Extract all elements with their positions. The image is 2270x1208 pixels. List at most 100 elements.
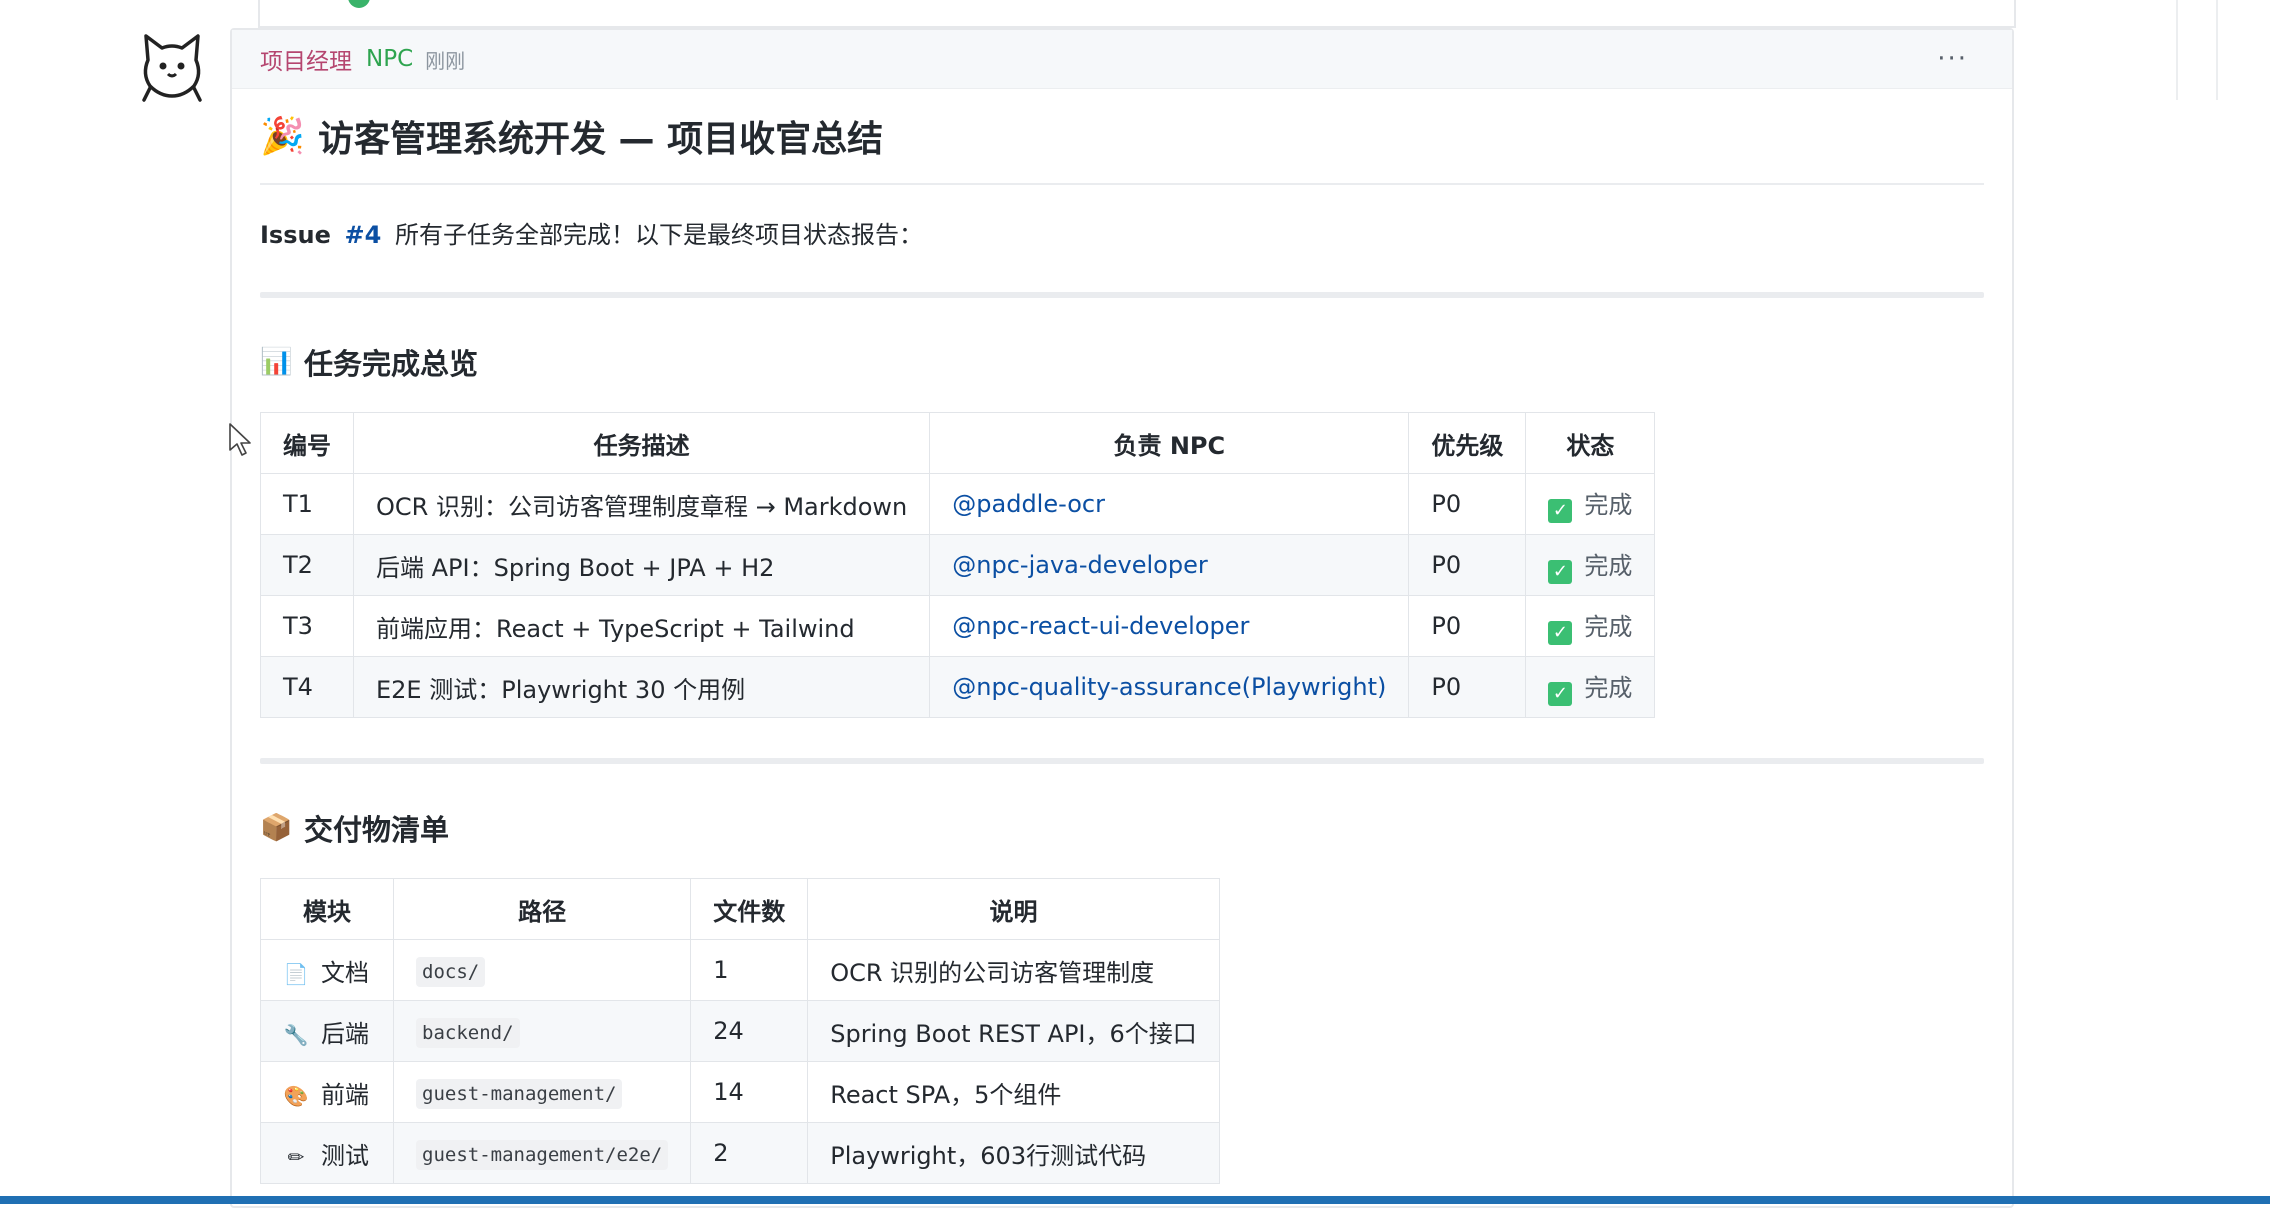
column-header: 优先级 [1408, 412, 1527, 474]
module-cell: ✏ 测试 [260, 1122, 394, 1184]
description-cell: OCR 识别的公司访客管理制度 [807, 939, 1220, 1001]
tasks-section-title: 📊 任务完成总览 [260, 342, 1984, 382]
column-header: 文件数 [690, 878, 809, 940]
table-row: T3 前端应用：React + TypeScript + Tailwind @n… [260, 595, 1656, 657]
npc-mention-link[interactable]: @npc-quality-assurance(Playwright) [929, 656, 1410, 718]
task-description: 后端 API：Spring Boot + JPA + H2 [352, 534, 931, 596]
previous-message-card [258, 0, 2016, 28]
cat-avatar-icon[interactable] [136, 30, 208, 102]
module-cell: 📄 文档 [260, 939, 394, 1001]
task-id: T1 [260, 473, 354, 535]
document-icon: 📄 [283, 961, 309, 986]
task-status: ✓ 完成 [1525, 595, 1656, 657]
table-header-row: 编号 任务描述 负责 NPC 优先级 状态 [260, 412, 1656, 474]
divider [260, 758, 1984, 764]
module-name: 文档 [321, 958, 369, 987]
description-cell: Playwright，603行测试代码 [807, 1122, 1220, 1184]
bar-chart-icon: 📊 [260, 347, 293, 377]
post-title: 访客管理系统开发 — 项目收官总结 [318, 119, 884, 160]
column-header: 负责 NPC [929, 412, 1410, 474]
task-priority: P0 [1408, 656, 1527, 718]
table-row: T2 后端 API：Spring Boot + JPA + H2 @npc-ja… [260, 534, 1656, 596]
divider [260, 292, 1984, 298]
divider [2216, 0, 2218, 100]
column-header: 状态 [1525, 412, 1656, 474]
status-dot-icon [348, 0, 370, 8]
task-priority: P0 [1408, 473, 1527, 535]
bottom-progress-bar [0, 1196, 2270, 1204]
deliverables-section-title: 📦 交付物清单 [260, 808, 1984, 848]
path-code: backend/ [416, 1018, 520, 1048]
message-card: 项目经理 NPC 刚刚 ··· 🎉 访客管理系统开发 — 项目收官总结 Issu… [230, 28, 2014, 1208]
module-cell: 🎨 前端 [260, 1061, 394, 1123]
status-label: 完成 [1584, 552, 1633, 580]
status-label: 完成 [1584, 491, 1633, 519]
more-options-button[interactable]: ··· [1937, 44, 1968, 74]
check-mark-icon: ✓ [1548, 499, 1573, 523]
palette-icon: 🎨 [283, 1083, 309, 1108]
status-label: 完成 [1584, 613, 1633, 641]
column-header: 路径 [392, 878, 692, 940]
intro-text: 所有子任务全部完成！以下是最终项目状态报告： [394, 221, 923, 249]
package-icon: 📦 [260, 813, 293, 843]
task-status: ✓ 完成 [1525, 656, 1656, 718]
table-row: 🔧 后端 backend/ 24 Spring Boot REST API，6个接… [260, 1000, 1220, 1062]
description-cell: Spring Boot REST API，6个接口 [807, 1000, 1220, 1062]
intro-paragraph: Issue #4 所有子任务全部完成！以下是最终项目状态报告： [260, 215, 1984, 250]
task-id: T2 [260, 534, 354, 596]
pencil-icon: ✏ [287, 1144, 305, 1169]
check-mark-icon: ✓ [1548, 621, 1573, 645]
table-row: 📄 文档 docs/ 1 OCR 识别的公司访客管理制度 [260, 939, 1220, 1001]
timestamp: 刚刚 [425, 48, 466, 73]
npc-mention-link[interactable]: @paddle-ocr [929, 473, 1410, 535]
table-row: ✏ 测试 guest-management/e2e/ 2 Playwright，6… [260, 1122, 1220, 1184]
mouse-cursor-icon [229, 423, 251, 456]
path-cell: guest-management/ [392, 1061, 692, 1123]
file-count: 24 [690, 1000, 809, 1062]
column-header: 任务描述 [352, 412, 931, 474]
module-cell: 🔧 后端 [260, 1000, 394, 1062]
tasks-table: 编号 任务描述 负责 NPC 优先级 状态 T1 OCR 识别：公司访客管理制度… [260, 412, 1656, 718]
task-status: ✓ 完成 [1525, 534, 1656, 596]
message-body: 🎉 访客管理系统开发 — 项目收官总结 Issue #4 所有子任务全部完成！以… [232, 89, 2012, 1184]
file-count: 1 [690, 939, 809, 1001]
npc-mention-link[interactable]: @npc-react-ui-developer [929, 595, 1410, 657]
path-code: guest-management/e2e/ [416, 1140, 669, 1170]
task-description: 前端应用：React + TypeScript + Tailwind [352, 595, 931, 657]
npc-badge: NPC [366, 46, 414, 72]
path-cell: docs/ [392, 939, 692, 1001]
author-name[interactable]: 项目经理 [260, 42, 352, 76]
module-name: 前端 [321, 1080, 369, 1109]
table-row: 🎨 前端 guest-management/ 14 React SPA，5个组件 [260, 1061, 1220, 1123]
post-title-row: 🎉 访客管理系统开发 — 项目收官总结 [260, 89, 1984, 185]
module-name: 后端 [321, 1019, 369, 1048]
npc-mention-link[interactable]: @npc-java-developer [929, 534, 1410, 596]
column-header: 模块 [260, 878, 394, 940]
column-header: 说明 [807, 878, 1220, 940]
task-id: T3 [260, 595, 354, 657]
task-description: E2E 测试：Playwright 30 个用例 [352, 656, 931, 718]
section-heading: 任务完成总览 [304, 347, 479, 381]
task-id: T4 [260, 656, 354, 718]
module-name: 测试 [321, 1141, 369, 1170]
file-count: 14 [690, 1061, 809, 1123]
task-priority: P0 [1408, 534, 1527, 596]
status-label: 完成 [1584, 674, 1633, 702]
description-cell: React SPA，5个组件 [807, 1061, 1220, 1123]
table-header-row: 模块 路径 文件数 说明 [260, 878, 1220, 940]
table-row: T4 E2E 测试：Playwright 30 个用例 @npc-quality… [260, 656, 1656, 718]
issue-link[interactable]: #4 [345, 221, 382, 249]
path-code: docs/ [416, 957, 486, 987]
column-header: 编号 [260, 412, 354, 474]
task-status: ✓ 完成 [1525, 473, 1656, 535]
table-row: T1 OCR 识别：公司访客管理制度章程 → Markdown @paddle-… [260, 473, 1656, 535]
issue-label: Issue [260, 221, 331, 249]
path-code: guest-management/ [416, 1079, 623, 1109]
party-popper-icon: 🎉 [260, 116, 305, 157]
wrench-icon: 🔧 [283, 1022, 309, 1047]
file-count: 2 [690, 1122, 809, 1184]
section-heading: 交付物清单 [304, 813, 450, 847]
path-cell: backend/ [392, 1000, 692, 1062]
check-mark-icon: ✓ [1548, 682, 1573, 706]
task-priority: P0 [1408, 595, 1527, 657]
